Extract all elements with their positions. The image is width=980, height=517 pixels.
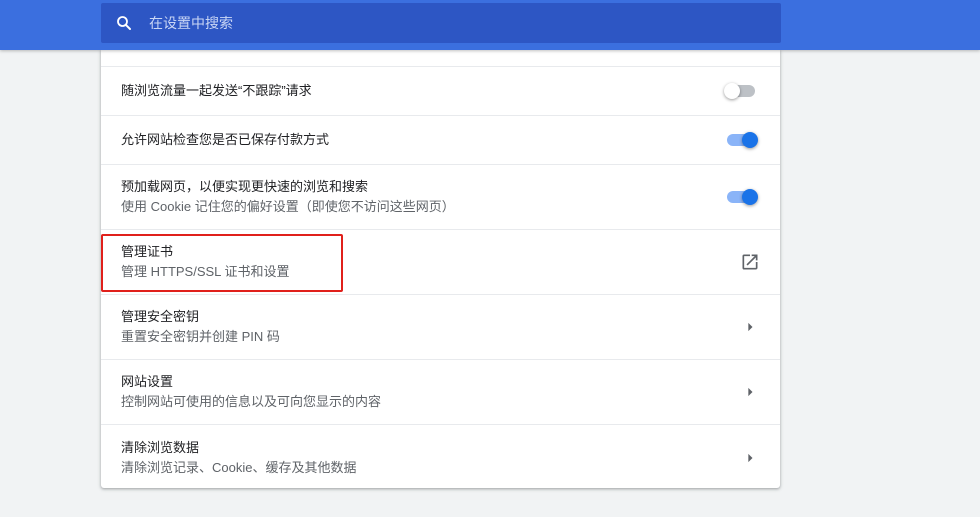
setting-row-payment-methods[interactable]: 允许网站检查您是否已保存付款方式 [101,116,780,165]
setting-subtitle: 控制网站可使用的信息以及可向您显示的内容 [121,394,382,409]
setting-row-manage-security-keys[interactable]: 管理安全密钥 重置安全密钥并创建 PIN 码 [101,295,780,360]
setting-text: 随浏览流量一起发送“不跟踪”请求 [121,81,724,101]
toggle-knob [742,189,758,205]
chevron-right-icon[interactable] [738,315,762,339]
setting-row-manage-certificates[interactable]: 管理证书 管理 HTTPS/SSL 证书和设置 [101,230,780,295]
setting-text: 管理安全密钥 重置安全密钥并创建 PIN 码 [121,307,738,347]
payment-methods-toggle[interactable] [724,130,758,150]
external-link-icon[interactable] [738,250,762,274]
do-not-track-toggle[interactable] [724,81,758,101]
setting-title: 允许网站检查您是否已保存付款方式 [121,132,330,147]
setting-title: 预加载网页，以便实现更快速的浏览和搜索 [121,179,369,194]
setting-row-do-not-track[interactable]: 随浏览流量一起发送“不跟踪”请求 [101,67,780,116]
settings-header-bar [0,0,980,50]
setting-row-preload-pages[interactable]: 预加载网页，以便实现更快速的浏览和搜索 使用 Cookie 记住您的偏好设置（即… [101,165,780,230]
setting-subtitle: 管理 HTTPS/SSL 证书和设置 [121,264,290,279]
setting-text: 管理证书 管理 HTTPS/SSL 证书和设置 [121,242,738,282]
preload-pages-toggle[interactable] [724,187,758,207]
search-input[interactable] [147,7,781,39]
chevron-right-icon[interactable] [738,380,762,404]
setting-title: 随浏览流量一起发送“不跟踪”请求 [121,83,312,98]
setting-text: 网站设置 控制网站可使用的信息以及可向您显示的内容 [121,372,738,412]
setting-subtitle: 重置安全密钥并创建 PIN 码 [121,329,280,344]
setting-title: 管理证书 [121,244,174,259]
setting-subtitle: 使用 Cookie 记住您的偏好设置（即使您不访问这些网页） [121,199,455,214]
setting-text: 允许网站检查您是否已保存付款方式 [121,130,724,150]
toggle-knob [742,132,758,148]
chevron-right-icon[interactable] [738,446,762,470]
search-icon [115,14,133,32]
setting-row-clear-browsing-data[interactable]: 清除浏览数据 清除浏览记录、Cookie、缓存及其他数据 [101,425,780,490]
setting-title: 清除浏览数据 [121,439,200,455]
setting-title: 网站设置 [121,374,174,389]
setting-subtitle: 清除浏览记录、Cookie、缓存及其他数据 [121,459,357,475]
search-box[interactable] [101,3,781,43]
setting-row-site-settings[interactable]: 网站设置 控制网站可使用的信息以及可向您显示的内容 [101,360,780,425]
toggle-knob [724,83,740,99]
setting-text: 清除浏览数据 清除浏览记录、Cookie、缓存及其他数据 [121,438,738,478]
setting-title: 管理安全密钥 [121,309,200,324]
card-top-spacer [101,50,780,67]
privacy-settings-card: 随浏览流量一起发送“不跟踪”请求 允许网站检查您是否已保存付款方式 预加载网页，… [101,50,780,488]
setting-text: 预加载网页，以便实现更快速的浏览和搜索 使用 Cookie 记住您的偏好设置（即… [121,177,724,217]
